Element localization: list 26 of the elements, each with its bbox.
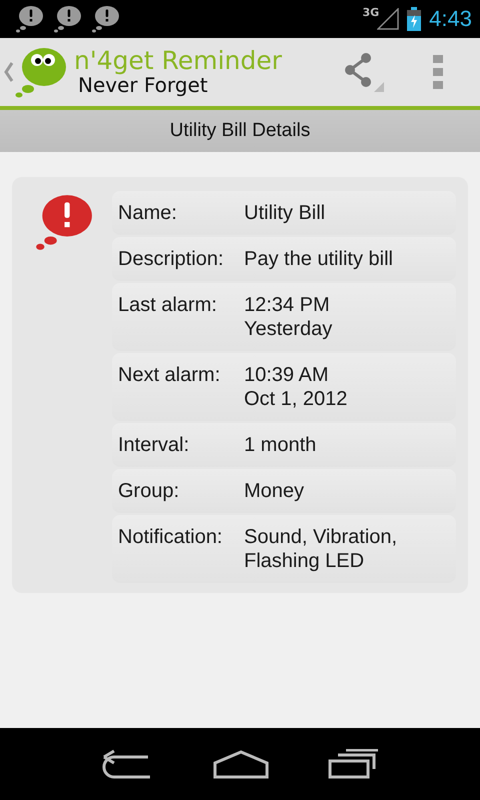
detail-value: Utility Bill (244, 201, 326, 225)
detail-value: 1 month (244, 433, 316, 457)
detail-label: Description: (118, 247, 225, 271)
detail-value: Sound, Vibration, Flashing LED (244, 525, 398, 573)
notification-icon (90, 4, 120, 34)
detail-label: Group: (118, 479, 180, 503)
battery-icon (407, 7, 422, 31)
app-title: n'4get Reminder (74, 48, 282, 75)
detail-value: Pay the utility bill (244, 247, 393, 271)
notification-icon (14, 4, 44, 34)
clock-time: 4:43 (429, 6, 472, 32)
network-label: 3G (362, 6, 380, 19)
detail-label: Interval: (118, 433, 190, 457)
detail-label: Notification: (118, 525, 224, 550)
detail-value: 12:34 PM Yesterday (244, 293, 332, 341)
app-subtitle: Never Forget (78, 74, 209, 96)
detail-label: Last alarm: (118, 293, 218, 318)
detail-label: Name: (118, 201, 178, 225)
detail-label: Next alarm: (118, 363, 222, 388)
notification-icon (52, 4, 82, 34)
detail-value: 10:39 AM Oct 1, 2012 (244, 363, 348, 411)
signal-icon (377, 8, 400, 30)
detail-value: Money (244, 479, 304, 503)
app-logo-icon (14, 45, 68, 99)
page-header: Utility Bill Details (0, 110, 480, 152)
share-icon (342, 50, 386, 94)
